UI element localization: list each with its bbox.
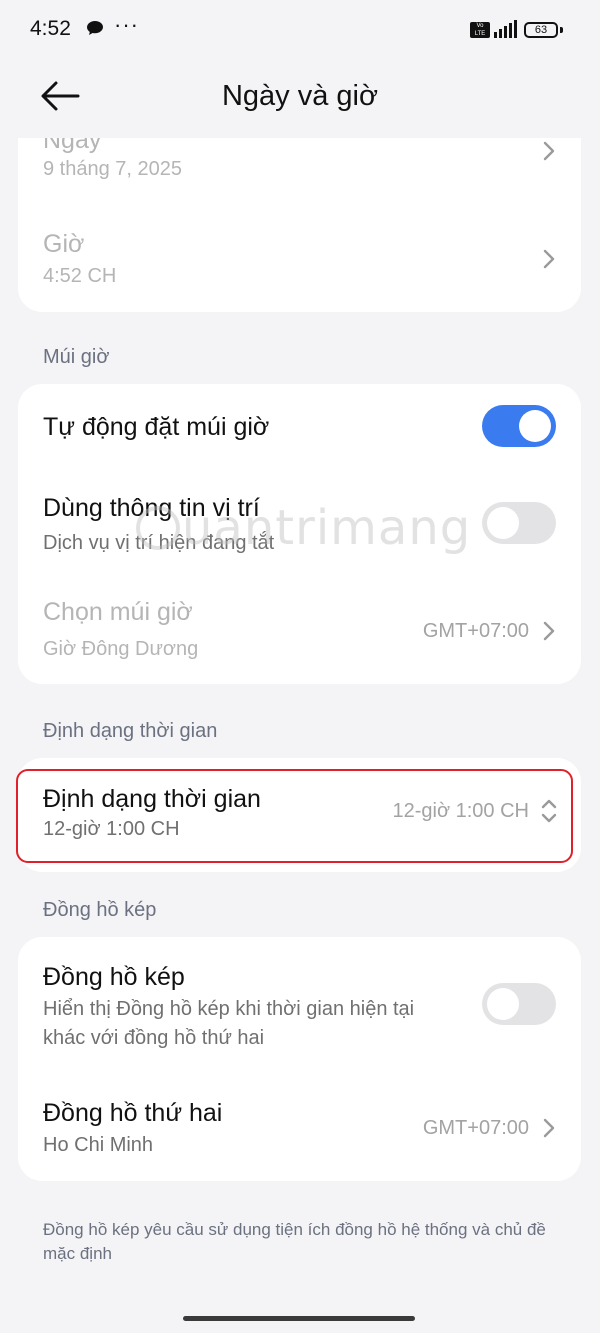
chevron-right-icon — [543, 249, 555, 269]
time-value: 4:52 CH — [43, 265, 117, 287]
second-clock-row[interactable]: Đồng hồ thứ hai Ho Chi Minh GMT+07:00 — [18, 1075, 581, 1181]
page-title: Ngày và giờ — [221, 80, 379, 112]
section-title-dual-clock: Đồng hồ kép — [43, 899, 157, 921]
second-clock-value: GMT+07:00 — [422, 1117, 529, 1139]
battery-tip — [560, 27, 563, 33]
dual-clock-label: Đồng hồ kép — [43, 963, 185, 991]
volte-icon: Vo LTE — [470, 22, 490, 38]
dual-clock-sub-line1: Hiển thị Đồng hồ kép khi thời gian hiện … — [43, 998, 415, 1020]
location-toggle[interactable] — [482, 502, 556, 544]
signal-icon — [494, 20, 520, 43]
toggle-knob — [487, 988, 519, 1020]
auto-timezone-row[interactable]: Tự động đặt múi giờ — [18, 384, 581, 472]
dual-clock-footnote: Đồng hồ kép yêu cầu sử dụng tiện ích đồn… — [43, 1220, 546, 1263]
auto-timezone-label: Tự động đặt múi giờ — [43, 413, 270, 441]
section-title-timezone: Múi giờ — [43, 346, 110, 368]
time-label: Giờ — [43, 230, 85, 258]
section-title-time-format: Định dạng thời gian — [43, 720, 218, 742]
second-clock-label: Đồng hồ thứ hai — [43, 1099, 223, 1127]
choose-timezone-value: GMT+07:00 — [422, 620, 529, 642]
app-header: Ngày và giờ — [0, 60, 600, 138]
more-notifications-icon: ··· — [114, 12, 139, 37]
toggle-knob — [519, 410, 551, 442]
battery-icon: 63 — [524, 22, 558, 38]
watermark-logo — [136, 506, 180, 550]
date-label: Ngày — [43, 138, 102, 154]
time-row[interactable]: Giờ 4:52 CH — [18, 218, 581, 312]
highlight-annotation — [16, 769, 573, 863]
date-time-card: Ngày 9 tháng 7, 2025 Giờ 4:52 CH — [18, 138, 581, 312]
watermark-text: uantrimang — [182, 500, 472, 556]
chat-bubble-icon — [86, 20, 104, 41]
choose-timezone-row[interactable]: Chọn múi giờ Giờ Đông Dương GMT+07:00 — [18, 578, 581, 684]
dual-clock-sub-line2: khác với đồng hồ thứ hai — [43, 1027, 265, 1049]
toggle-knob — [487, 507, 519, 539]
date-value: 9 tháng 7, 2025 — [43, 158, 183, 180]
status-time: 4:52 — [30, 17, 71, 40]
choose-timezone-sub: Giờ Đông Dương — [43, 638, 199, 660]
date-row[interactable]: Ngày 9 tháng 7, 2025 — [18, 138, 581, 218]
choose-timezone-label: Chọn múi giờ — [43, 598, 193, 626]
auto-timezone-toggle[interactable] — [482, 405, 556, 447]
status-bar: 4:52 ··· Vo LTE 63 — [0, 0, 600, 60]
dual-clock-row[interactable]: Đồng hồ kép Hiển thị Đồng hồ kép khi thờ… — [18, 937, 581, 1075]
dual-clock-toggle[interactable] — [482, 983, 556, 1025]
home-indicator[interactable] — [183, 1316, 415, 1321]
second-clock-sub: Ho Chi Minh — [43, 1134, 154, 1156]
chevron-right-icon — [543, 1118, 555, 1138]
chevron-right-icon — [543, 141, 555, 161]
dual-clock-card: Đồng hồ kép Hiển thị Đồng hồ kép khi thờ… — [18, 937, 581, 1181]
chevron-right-icon — [543, 621, 555, 641]
